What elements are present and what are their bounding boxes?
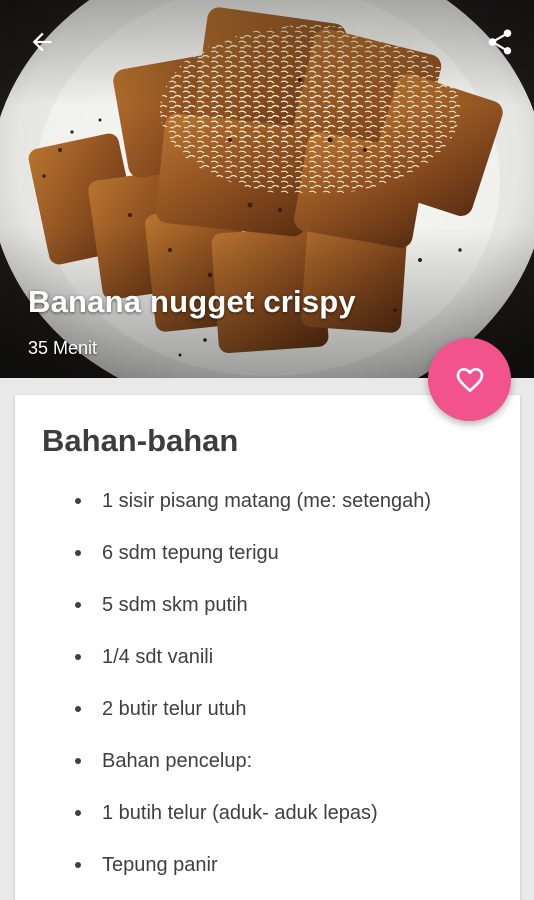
- ingredient-item: 5 sdm skm putih: [15, 593, 520, 645]
- ingredient-item: 1/4 sdt vanili: [15, 645, 520, 697]
- ingredient-item: Tepung panir: [15, 853, 520, 900]
- ingredient-text: 1 butih telur (aduk- aduk lepas): [102, 802, 378, 824]
- ingredient-item: 2 butir telur utuh: [15, 697, 520, 749]
- ingredient-item: 1 sisir pisang matang (me: setengah): [15, 489, 520, 541]
- bullet-icon: [75, 654, 81, 660]
- ingredient-item: Bahan pencelup:: [15, 749, 520, 801]
- ingredient-text: 6 sdm tepung terigu: [102, 542, 279, 564]
- recipe-title: Banana nugget crispy: [28, 284, 356, 319]
- bullet-icon: [75, 550, 81, 556]
- arrow-left-icon: [32, 32, 52, 52]
- ingredient-text: 1/4 sdt vanili: [102, 646, 214, 668]
- bullet-icon: [75, 810, 81, 816]
- share-button[interactable]: [476, 18, 524, 66]
- ingredients-heading: Bahan-bahan: [42, 423, 239, 458]
- share-icon: [488, 29, 512, 55]
- recipe-hero-image: Banana nugget crispy 35 Menit: [0, 0, 534, 378]
- ingredients-card: Bahan-bahan 1 sisir pisang matang (me: s…: [15, 395, 520, 900]
- bullet-icon: [75, 862, 81, 868]
- bullet-icon: [75, 758, 81, 764]
- ingredient-text: 2 butir telur utuh: [102, 698, 247, 720]
- ingredient-text: 1 sisir pisang matang (me: setengah): [102, 490, 432, 512]
- ingredient-item: 6 sdm tepung terigu: [15, 541, 520, 593]
- cooking-duration: 35 Menit: [28, 338, 98, 358]
- bullet-icon: [75, 498, 81, 504]
- favorite-button[interactable]: [428, 338, 511, 421]
- heart-outline-icon: [456, 367, 483, 392]
- hero-gradient-overlay: [0, 0, 534, 378]
- bullet-icon: [75, 706, 81, 712]
- ingredients-list: 1 sisir pisang matang (me: setengah) 6 s…: [15, 489, 520, 900]
- ingredient-text: Tepung panir: [102, 854, 218, 876]
- back-button[interactable]: [18, 18, 66, 66]
- ingredient-text: Bahan pencelup:: [102, 750, 253, 772]
- ingredient-item: 1 butih telur (aduk- aduk lepas): [15, 801, 520, 853]
- bullet-icon: [75, 602, 81, 608]
- ingredient-text: 5 sdm skm putih: [102, 594, 248, 616]
